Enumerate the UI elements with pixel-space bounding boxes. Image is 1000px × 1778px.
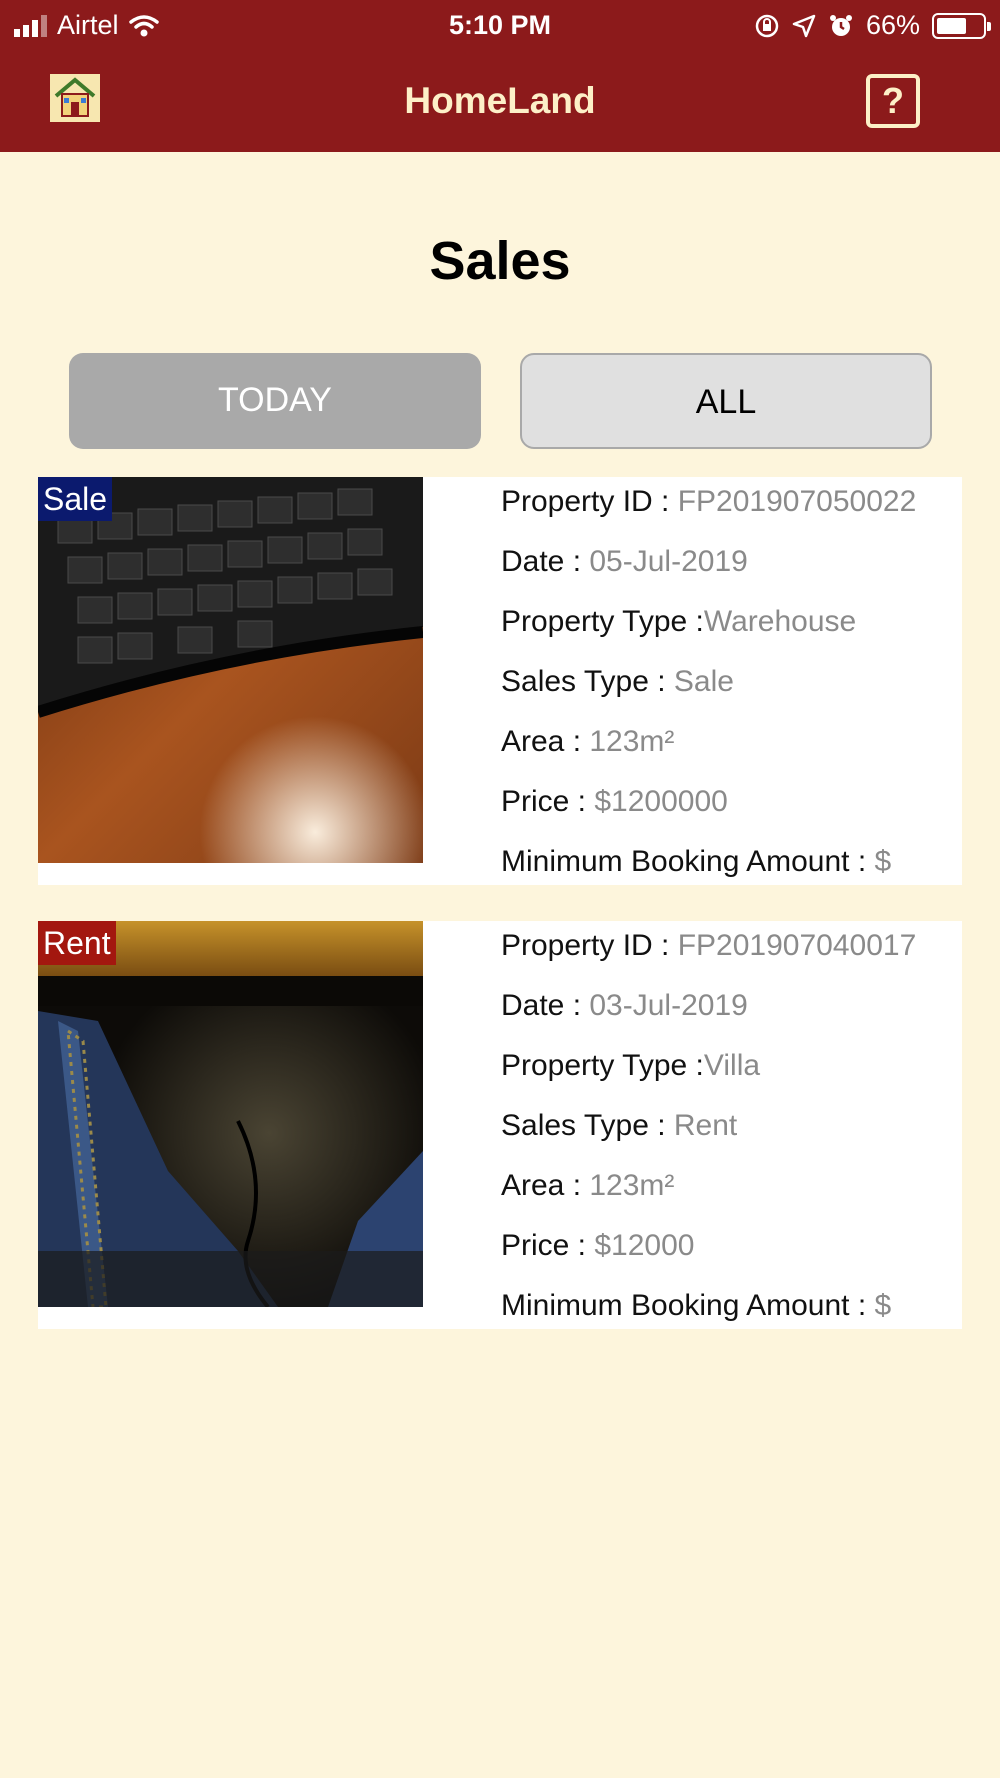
today-filter-button[interactable]: TODAY <box>69 353 481 449</box>
min-booking-label: Minimum Booking Amount : <box>501 1289 875 1322</box>
min-booking-value: $ <box>874 845 892 878</box>
all-filter-button[interactable]: ALL <box>520 353 932 449</box>
price-label: Price : <box>501 785 595 818</box>
date-row: Date : 05-Jul-2019 <box>501 545 748 579</box>
orientation-lock-icon <box>755 14 779 37</box>
price-value: $12000 <box>594 1229 695 1262</box>
date-label: Date : <box>501 989 590 1022</box>
area-label: Area : <box>501 725 590 758</box>
battery-icon <box>932 12 991 39</box>
area-label: Area : <box>501 1169 590 1202</box>
property-id-value: FP201907040017 <box>677 929 917 962</box>
date-row: Date : 03-Jul-2019 <box>501 989 748 1023</box>
sales-type-row: Sales Type : Sale <box>501 665 734 699</box>
listing-card[interactable]: Rent Property ID : FP201907040017 Date :… <box>38 921 962 1329</box>
location-arrow-icon <box>792 14 816 37</box>
property-type-value: Warehouse <box>703 605 857 638</box>
area-value: 123m² <box>589 725 675 758</box>
page-title: Sales <box>429 231 571 291</box>
min-booking-label: Minimum Booking Amount : <box>501 845 875 878</box>
property-id-label: Property ID : <box>501 929 678 962</box>
app-header: HomeLand ? <box>0 52 1000 152</box>
date-value: 05-Jul-2019 <box>589 545 748 578</box>
sales-type-value: Rent <box>673 1109 738 1142</box>
help-icon: ? <box>882 80 904 121</box>
min-booking-row: Minimum Booking Amount : $ <box>501 1289 891 1323</box>
property-id-row: Property ID : FP201907040017 <box>501 929 916 963</box>
rent-badge: Rent <box>38 921 116 965</box>
battery-percent: 66% <box>865 10 920 40</box>
sales-type-row: Sales Type : Rent <box>501 1109 737 1143</box>
date-label: Date : <box>501 545 590 578</box>
help-button[interactable]: ? <box>866 74 920 128</box>
area-row: Area : 123m² <box>501 1169 674 1203</box>
app-title: HomeLand <box>404 80 596 121</box>
price-row: Price : $1200000 <box>501 785 728 819</box>
min-booking-row: Minimum Booking Amount : $ <box>501 845 891 879</box>
area-row: Area : 123m² <box>501 725 674 759</box>
date-value: 03-Jul-2019 <box>589 989 748 1022</box>
area-value: 123m² <box>589 1169 675 1202</box>
price-row: Price : $12000 <box>501 1229 694 1263</box>
property-type-label: Property Type : <box>501 605 704 638</box>
listing-photo: Rent <box>38 921 423 1307</box>
property-type-label: Property Type : <box>501 1049 704 1082</box>
min-booking-value: $ <box>874 1289 892 1322</box>
sales-type-label: Sales Type : <box>501 1109 674 1142</box>
sales-type-label: Sales Type : <box>501 665 674 698</box>
alarm-icon <box>829 14 852 36</box>
property-id-label: Property ID : <box>501 485 678 518</box>
property-type-row: Property Type :Villa <box>501 1049 760 1083</box>
property-id-row: Property ID : FP201907050022 <box>501 485 916 519</box>
listing-photo: Sale <box>38 477 423 863</box>
listing-card[interactable]: Sale Property ID : FP201907050022 Date :… <box>38 477 962 885</box>
battery-level <box>937 17 967 34</box>
price-label: Price : <box>501 1229 595 1262</box>
property-type-row: Property Type :Warehouse <box>501 605 856 639</box>
sale-badge: Sale <box>38 477 113 521</box>
property-type-value: Villa <box>703 1049 761 1082</box>
sales-type-value: Sale <box>673 665 734 698</box>
status-bar: Airtel 5:10 PM 66% <box>0 0 1000 52</box>
price-value: $1200000 <box>594 785 728 818</box>
property-id-value: FP201907050022 <box>677 485 917 518</box>
